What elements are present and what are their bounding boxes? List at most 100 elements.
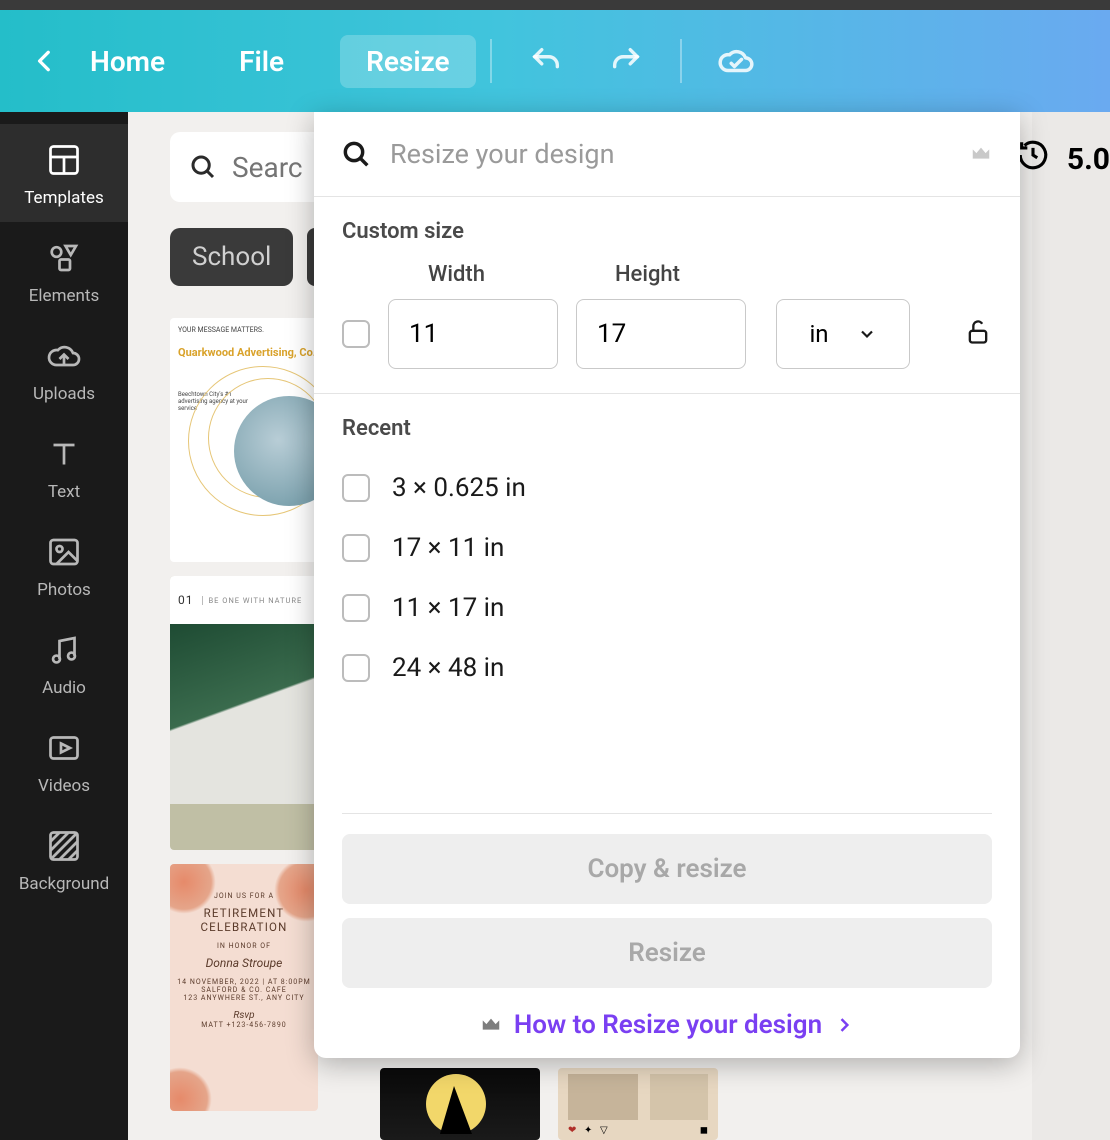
sidebar-item-audio[interactable]: Audio — [0, 614, 128, 712]
recent-item-label: 11 × 17 in — [392, 593, 504, 623]
recent-item-label: 17 × 11 in — [392, 533, 504, 563]
template-thumb-2[interactable]: 01 BE ONE WITH NATURE — [170, 576, 318, 850]
crown-icon — [968, 143, 994, 165]
chip-school[interactable]: School — [170, 228, 293, 286]
custom-size-section: Custom size Width Height — [314, 197, 1020, 299]
unlock-icon — [964, 318, 992, 346]
panel-footer: Copy & resize Resize How to Resize your … — [314, 813, 1020, 1058]
thumb1-title: Quarkwood Advertising, Co. — [178, 346, 316, 360]
nav-file[interactable]: File — [219, 37, 304, 86]
back-chevron-icon[interactable] — [30, 46, 60, 76]
sidebar-item-label: Audio — [42, 678, 86, 698]
background-icon — [46, 828, 82, 864]
copy-and-resize-button[interactable]: Copy & resize — [342, 834, 992, 904]
audio-icon — [46, 632, 82, 668]
thumb3-where1: SALFORD & CO. CAFE — [170, 986, 318, 994]
cloud-sync-icon[interactable] — [710, 35, 762, 87]
crown-icon — [480, 1014, 502, 1036]
resize-search-input[interactable] — [390, 138, 950, 170]
sidebar-item-templates[interactable]: Templates — [0, 124, 128, 222]
sidebar-item-photos[interactable]: Photos — [0, 516, 128, 614]
resize-button[interactable]: Resize — [342, 918, 992, 988]
uploads-icon — [46, 338, 82, 374]
top-nav-bar: Home File Resize — [0, 10, 1110, 112]
sidebar-item-uploads[interactable]: Uploads — [0, 320, 128, 418]
height-input[interactable] — [576, 299, 746, 369]
sidebar-item-label: Text — [48, 482, 80, 502]
thumb3-when: 14 NOVEMBER, 2022 | AT 8:00PM — [170, 978, 318, 986]
elements-icon — [46, 240, 82, 276]
thumb3-name: Donna Stroupe — [170, 956, 318, 970]
topbar-divider-2 — [680, 39, 682, 83]
left-sidebar: Templates Elements Uploads Text Photos A… — [0, 112, 128, 1140]
custom-size-inputs: in — [314, 299, 1020, 393]
undo-button[interactable] — [520, 35, 572, 87]
text-icon — [46, 436, 82, 472]
panel-divider-3 — [342, 813, 992, 814]
browser-chrome-strip — [0, 0, 1110, 10]
recent-item[interactable]: 3 × 0.625 in — [342, 473, 992, 503]
recent-heading: Recent — [342, 416, 992, 441]
redo-button[interactable] — [600, 35, 652, 87]
custom-size-checkbox[interactable] — [342, 320, 370, 348]
recent-item-checkbox[interactable] — [342, 654, 370, 682]
recent-list: 3 × 0.625 in 17 × 11 in 11 × 17 in 24 × … — [314, 473, 1020, 683]
how-to-resize-label: How to Resize your design — [514, 1010, 822, 1040]
template-thumb-wolf[interactable] — [380, 1068, 540, 1140]
unit-value: in — [809, 320, 828, 348]
videos-icon — [46, 730, 82, 766]
recent-item[interactable]: 11 × 17 in — [342, 593, 992, 623]
recent-item[interactable]: 17 × 11 in — [342, 533, 992, 563]
how-to-resize-link[interactable]: How to Resize your design — [342, 1002, 992, 1040]
sidebar-item-elements[interactable]: Elements — [0, 222, 128, 320]
search-icon — [340, 138, 372, 170]
recent-item[interactable]: 24 × 48 in — [342, 653, 992, 683]
nav-resize[interactable]: Resize — [340, 35, 476, 88]
search-placeholder-text: Searc — [232, 151, 303, 184]
height-label: Height — [615, 262, 680, 287]
sidebar-item-text[interactable]: Text — [0, 418, 128, 516]
recent-item-label: 24 × 48 in — [392, 653, 504, 683]
nav-home[interactable]: Home — [70, 37, 185, 86]
photos-icon — [46, 534, 82, 570]
chevron-right-icon — [834, 1015, 854, 1035]
custom-size-heading: Custom size — [342, 219, 992, 244]
sidebar-item-label: Elements — [29, 286, 99, 306]
recent-item-label: 3 × 0.625 in — [392, 473, 526, 503]
thumb1-tag: YOUR MESSAGE MATTERS. — [178, 326, 264, 334]
thumb3-honor: IN HONOR OF — [170, 942, 318, 950]
aspect-lock-toggle[interactable] — [964, 318, 992, 350]
thumb3-where2: 123 ANYWHERE ST., ANY CITY — [170, 994, 318, 1002]
unit-select[interactable]: in — [776, 299, 910, 369]
template-thumb-collage[interactable]: ❤ ✦ ▽ ◼ — [558, 1068, 718, 1140]
template-thumb-3[interactable]: JOIN US FOR A RETIREMENT CELEBRATION IN … — [170, 864, 318, 1111]
category-chips: School — [170, 228, 323, 286]
recent-section: Recent — [314, 394, 1020, 467]
resize-search-row — [314, 112, 1020, 196]
recent-item-checkbox[interactable] — [342, 594, 370, 622]
template-thumb-1[interactable]: YOUR MESSAGE MATTERS. Quarkwood Advertis… — [170, 318, 318, 562]
nav-resize-label: Resize — [366, 45, 450, 78]
topbar-divider — [490, 39, 492, 83]
sidebar-item-label: Background — [19, 874, 109, 894]
template-thumbnails: YOUR MESSAGE MATTERS. Quarkwood Advertis… — [170, 318, 318, 1111]
thumb2-caption: BE ONE WITH NATURE — [202, 596, 303, 605]
sidebar-item-background[interactable]: Background — [0, 810, 128, 908]
canvas-area — [1032, 112, 1110, 1140]
search-icon — [188, 152, 218, 182]
sidebar-item-videos[interactable]: Videos — [0, 712, 128, 810]
sidebar-item-label: Templates — [24, 188, 104, 208]
template-search-input[interactable]: Searc — [170, 132, 330, 202]
recent-item-checkbox[interactable] — [342, 474, 370, 502]
sidebar-item-label: Uploads — [33, 384, 95, 404]
width-input[interactable] — [388, 299, 558, 369]
chevron-down-icon — [857, 324, 877, 344]
zoom-value: 5.0 — [1067, 142, 1110, 177]
history-icon[interactable] — [1016, 138, 1050, 176]
lower-template-row: ❤ ✦ ▽ ◼ — [380, 1068, 718, 1140]
thumb2-image — [170, 624, 318, 804]
sidebar-item-label: Videos — [38, 776, 90, 796]
thumb3-l2: CELEBRATION — [170, 920, 318, 934]
recent-item-checkbox[interactable] — [342, 534, 370, 562]
thumb3-rsvp: Rsvp — [170, 1010, 318, 1021]
